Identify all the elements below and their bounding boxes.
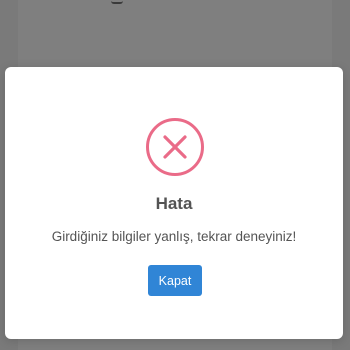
dialog-title: Hata [155,194,193,213]
error-x-icon [146,118,204,176]
error-dialog: Hata Girdiğiniz bilgiler yanlış, tekrar … [5,67,343,339]
close-button[interactable]: Kapat [148,265,202,296]
dialog-message: Girdiğiniz bilgiler yanlış, tekrar deney… [51,229,297,244]
